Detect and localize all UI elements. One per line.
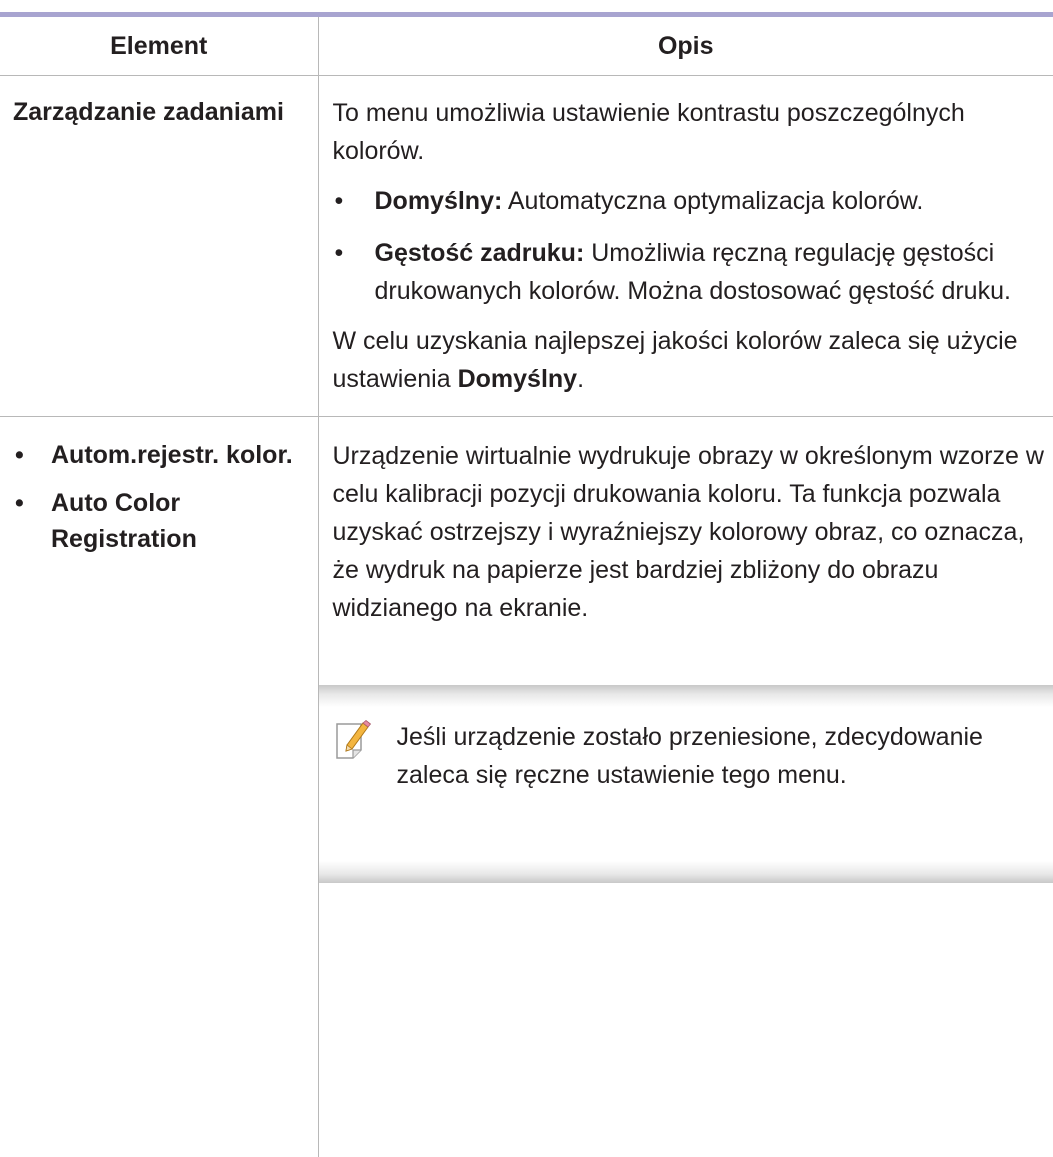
element-names-cell: • Autom.rejestr. kolor. • Auto Color Regis…	[0, 417, 318, 1157]
header-element: Element	[0, 15, 318, 76]
option-term: Gęstość zadruku:	[375, 239, 585, 267]
table-row: • Autom.rejestr. kolor. • Auto Color Regis…	[0, 417, 1053, 1157]
description-outro: W celu uzyskania najlepszej jakości kolo…	[333, 322, 1046, 398]
list-item: • Auto Color Registration	[13, 485, 308, 557]
option-term: Domyślny:	[375, 187, 503, 215]
note-box: Jeśli urządzenie zostało przeniesione, z…	[319, 685, 1053, 883]
element-list: • Autom.rejestr. kolor. • Auto Color Regis…	[13, 437, 308, 557]
list-item: • Autom.rejestr. kolor.	[13, 437, 308, 473]
bullet-icon: •	[335, 182, 344, 220]
table-header-row: Element Opis	[0, 15, 1053, 76]
description-cell: To menu umożliwia ustawienie kontrastu p…	[318, 76, 1053, 417]
settings-table: Element Opis Zarządzanie zadaniami To me…	[0, 12, 1053, 1157]
outro-bold-term: Domyślny	[458, 365, 577, 393]
element-name: Zarządzanie zadaniami	[0, 76, 318, 417]
table-row: Zarządzanie zadaniami To menu umożliwia …	[0, 76, 1053, 417]
note-pencil-icon	[335, 720, 371, 760]
bullet-icon: •	[335, 234, 344, 272]
element-name: Autom.rejestr. kolor.	[51, 441, 293, 469]
outro-period: .	[577, 365, 584, 393]
table-header: Element Opis	[0, 15, 1053, 76]
header-description: Opis	[318, 15, 1053, 76]
description-cell: Urządzenie wirtualnie wydrukuje obrazy w…	[318, 417, 1053, 1157]
list-item: •Gęstość zadruku: Umożliwia ręczną regul…	[333, 234, 1046, 310]
description-intro: To menu umożliwia ustawienie kontrastu p…	[333, 94, 1046, 170]
description-text: Urządzenie wirtualnie wydrukuje obrazy w…	[333, 437, 1046, 627]
option-text: Automatyczna optymalizacja kolorów.	[502, 187, 923, 215]
list-item: • Domyślny: Automatyczna optymalizacja ko…	[333, 182, 1046, 220]
bullet-icon: •	[15, 437, 24, 473]
element-name: Auto Color Registration	[51, 489, 197, 553]
bullet-icon: •	[15, 485, 24, 521]
outro-text: W celu uzyskania najlepszej jakości kolo…	[333, 327, 1018, 393]
note-text: Jeśli urządzenie zostało przeniesione, z…	[397, 718, 1037, 794]
option-list: • Domyślny: Automatyczna optymalizacja ko…	[333, 182, 1046, 310]
